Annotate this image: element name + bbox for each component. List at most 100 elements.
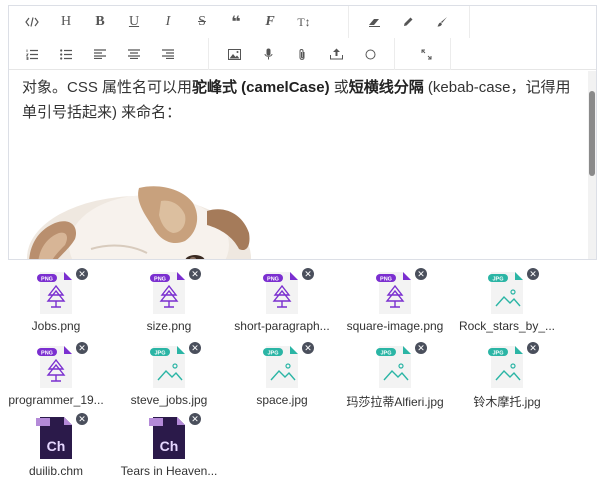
file-name: short-paragraph... <box>234 319 330 333</box>
file-name: Jobs.png <box>31 319 81 333</box>
remove-file-button[interactable]: ✕ <box>302 268 314 280</box>
microphone-icon[interactable] <box>251 38 285 70</box>
eraser-icon[interactable] <box>357 6 391 38</box>
file-type-badge: PNG <box>380 277 392 283</box>
file-item[interactable]: PNG ✕ Jobs.png <box>0 262 112 337</box>
brush-icon[interactable] <box>425 6 459 38</box>
upload-icon[interactable] <box>319 38 353 70</box>
remove-file-button[interactable]: ✕ <box>527 342 539 354</box>
file-item[interactable]: Ch ✕ duilib.chm <box>0 407 112 482</box>
file-item[interactable]: JPG ✕ space.jpg <box>226 336 338 411</box>
underline-icon[interactable]: U <box>117 6 151 38</box>
attachment-icon[interactable] <box>285 38 319 70</box>
pencil-icon[interactable] <box>391 6 425 38</box>
file-item[interactable]: PNG ✕ programmer_19... <box>0 336 112 411</box>
remove-file-button[interactable]: ✕ <box>189 268 201 280</box>
align-left-icon[interactable] <box>83 38 117 70</box>
ordered-list-icon[interactable] <box>15 38 49 70</box>
remove-file-button[interactable]: ✕ <box>302 342 314 354</box>
file-item[interactable]: JPG ✕ steve_jobs.jpg <box>113 336 225 411</box>
file-type-badge: PNG <box>41 277 53 283</box>
fullscreen-icon[interactable] <box>409 38 443 70</box>
file-type-badge: JPG <box>380 351 391 357</box>
editor-content[interactable]: 对象。CSS 属性名可以用驼峰式 (camelCase) 或短横线分隔 (keb… <box>9 71 589 259</box>
file-item[interactable]: Ch ✕ Tears in Heaven... <box>113 407 225 482</box>
png-file-icon: PNG <box>37 346 72 388</box>
file-item[interactable]: PNG ✕ square-image.png <box>339 262 451 337</box>
bold-icon[interactable]: B <box>83 6 117 38</box>
toolbar-divider <box>450 38 451 70</box>
toolbar-divider <box>469 6 470 38</box>
file-name: 玛莎拉蒂Alfieri.jpg <box>346 395 444 409</box>
file-type-badge: PNG <box>267 277 279 283</box>
toolbar-divider <box>208 38 209 70</box>
file-item[interactable]: JPG ✕ 玛莎拉蒂Alfieri.jpg <box>339 336 451 411</box>
code-icon[interactable] <box>15 6 49 38</box>
file-name: Tears in Heaven... <box>120 464 218 478</box>
bold-text: 驼峰式 (camelCase) <box>192 79 330 96</box>
file-name: 铃木摩托.jpg <box>473 395 541 409</box>
file-name: steve_jobs.jpg <box>130 393 208 407</box>
file-item[interactable]: PNG ✕ size.png <box>113 262 225 337</box>
italic-icon[interactable]: I <box>151 6 185 38</box>
scrollbar-thumb[interactable] <box>589 91 595 176</box>
remove-file-button[interactable]: ✕ <box>415 342 427 354</box>
unordered-list-icon[interactable] <box>49 38 83 70</box>
circle-icon[interactable] <box>353 38 387 70</box>
rich-text-editor[interactable]: H B U I S ❝ F T↕ 对象。CSS 属性名可以用驼峰式 (camel… <box>8 5 597 260</box>
image-icon[interactable] <box>217 38 251 70</box>
file-type-label: Ch <box>47 438 66 454</box>
png-file-icon: PNG <box>376 272 411 314</box>
remove-file-button[interactable]: ✕ <box>76 413 88 425</box>
editor-paragraph: 对象。CSS 属性名可以用驼峰式 (camelCase) 或短横线分隔 (keb… <box>22 75 582 125</box>
file-name: duilib.chm <box>28 464 84 478</box>
file-name: programmer_19... <box>8 393 104 407</box>
paragraph-text: 对象。CSS 属性名可以用 <box>22 79 193 96</box>
chm-file-icon: Ch <box>149 417 185 459</box>
bold-text: 短横线分隔 <box>348 79 424 96</box>
file-item[interactable]: PNG ✕ short-paragraph... <box>226 262 338 337</box>
file-type-badge: JPG <box>154 351 165 357</box>
file-type-badge: PNG <box>154 277 166 283</box>
strikethrough-icon[interactable]: S <box>185 6 219 38</box>
png-file-icon: PNG <box>150 272 185 314</box>
bulldog-image <box>27 186 251 259</box>
jpg-file-icon: JPG <box>263 346 298 388</box>
quote-icon[interactable]: ❝ <box>219 6 253 38</box>
editor-scrollbar[interactable] <box>588 71 596 259</box>
file-name: space.jpg <box>256 393 308 407</box>
jpg-file-icon: JPG <box>488 272 523 314</box>
file-name: size.png <box>146 319 192 333</box>
file-item[interactable]: JPG ✕ 铃木摩托.jpg <box>451 336 563 411</box>
file-type-badge: JPG <box>267 351 278 357</box>
file-type-badge: JPG <box>492 351 503 357</box>
align-right-icon[interactable] <box>151 38 185 70</box>
jpg-file-icon: JPG <box>376 346 411 388</box>
remove-file-button[interactable]: ✕ <box>415 268 427 280</box>
toolbar-divider <box>394 38 395 70</box>
toolbar-divider <box>348 6 349 38</box>
heading-icon[interactable]: H <box>49 6 83 38</box>
remove-file-button[interactable]: ✕ <box>189 342 201 354</box>
file-item[interactable]: JPG ✕ Rock_stars_by_... <box>451 262 563 337</box>
align-center-icon[interactable] <box>117 38 151 70</box>
line-height-icon[interactable]: T↕ <box>287 6 321 38</box>
file-type-label: Ch <box>160 438 179 454</box>
file-name: Rock_stars_by_... <box>458 319 556 333</box>
remove-file-button[interactable]: ✕ <box>76 342 88 354</box>
png-file-icon: PNG <box>37 272 72 314</box>
chm-file-icon: Ch <box>36 417 72 459</box>
remove-file-button[interactable]: ✕ <box>189 413 201 425</box>
png-file-icon: PNG <box>263 272 298 314</box>
paragraph-text: 或 <box>329 79 349 96</box>
jpg-file-icon: JPG <box>488 346 523 388</box>
remove-file-button[interactable]: ✕ <box>76 268 88 280</box>
file-name: square-image.png <box>346 319 444 333</box>
attachment-list: PNG ✕ Jobs.png PNG ✕ size.png PNG ✕ short-para… <box>0 262 604 484</box>
remove-file-button[interactable]: ✕ <box>527 268 539 280</box>
file-type-badge: JPG <box>492 277 503 283</box>
file-type-badge: PNG <box>41 351 53 357</box>
editor-toolbar: H B U I S ❝ F T↕ <box>9 6 596 70</box>
jpg-file-icon: JPG <box>150 346 185 388</box>
font-family-icon[interactable]: F <box>253 6 287 38</box>
